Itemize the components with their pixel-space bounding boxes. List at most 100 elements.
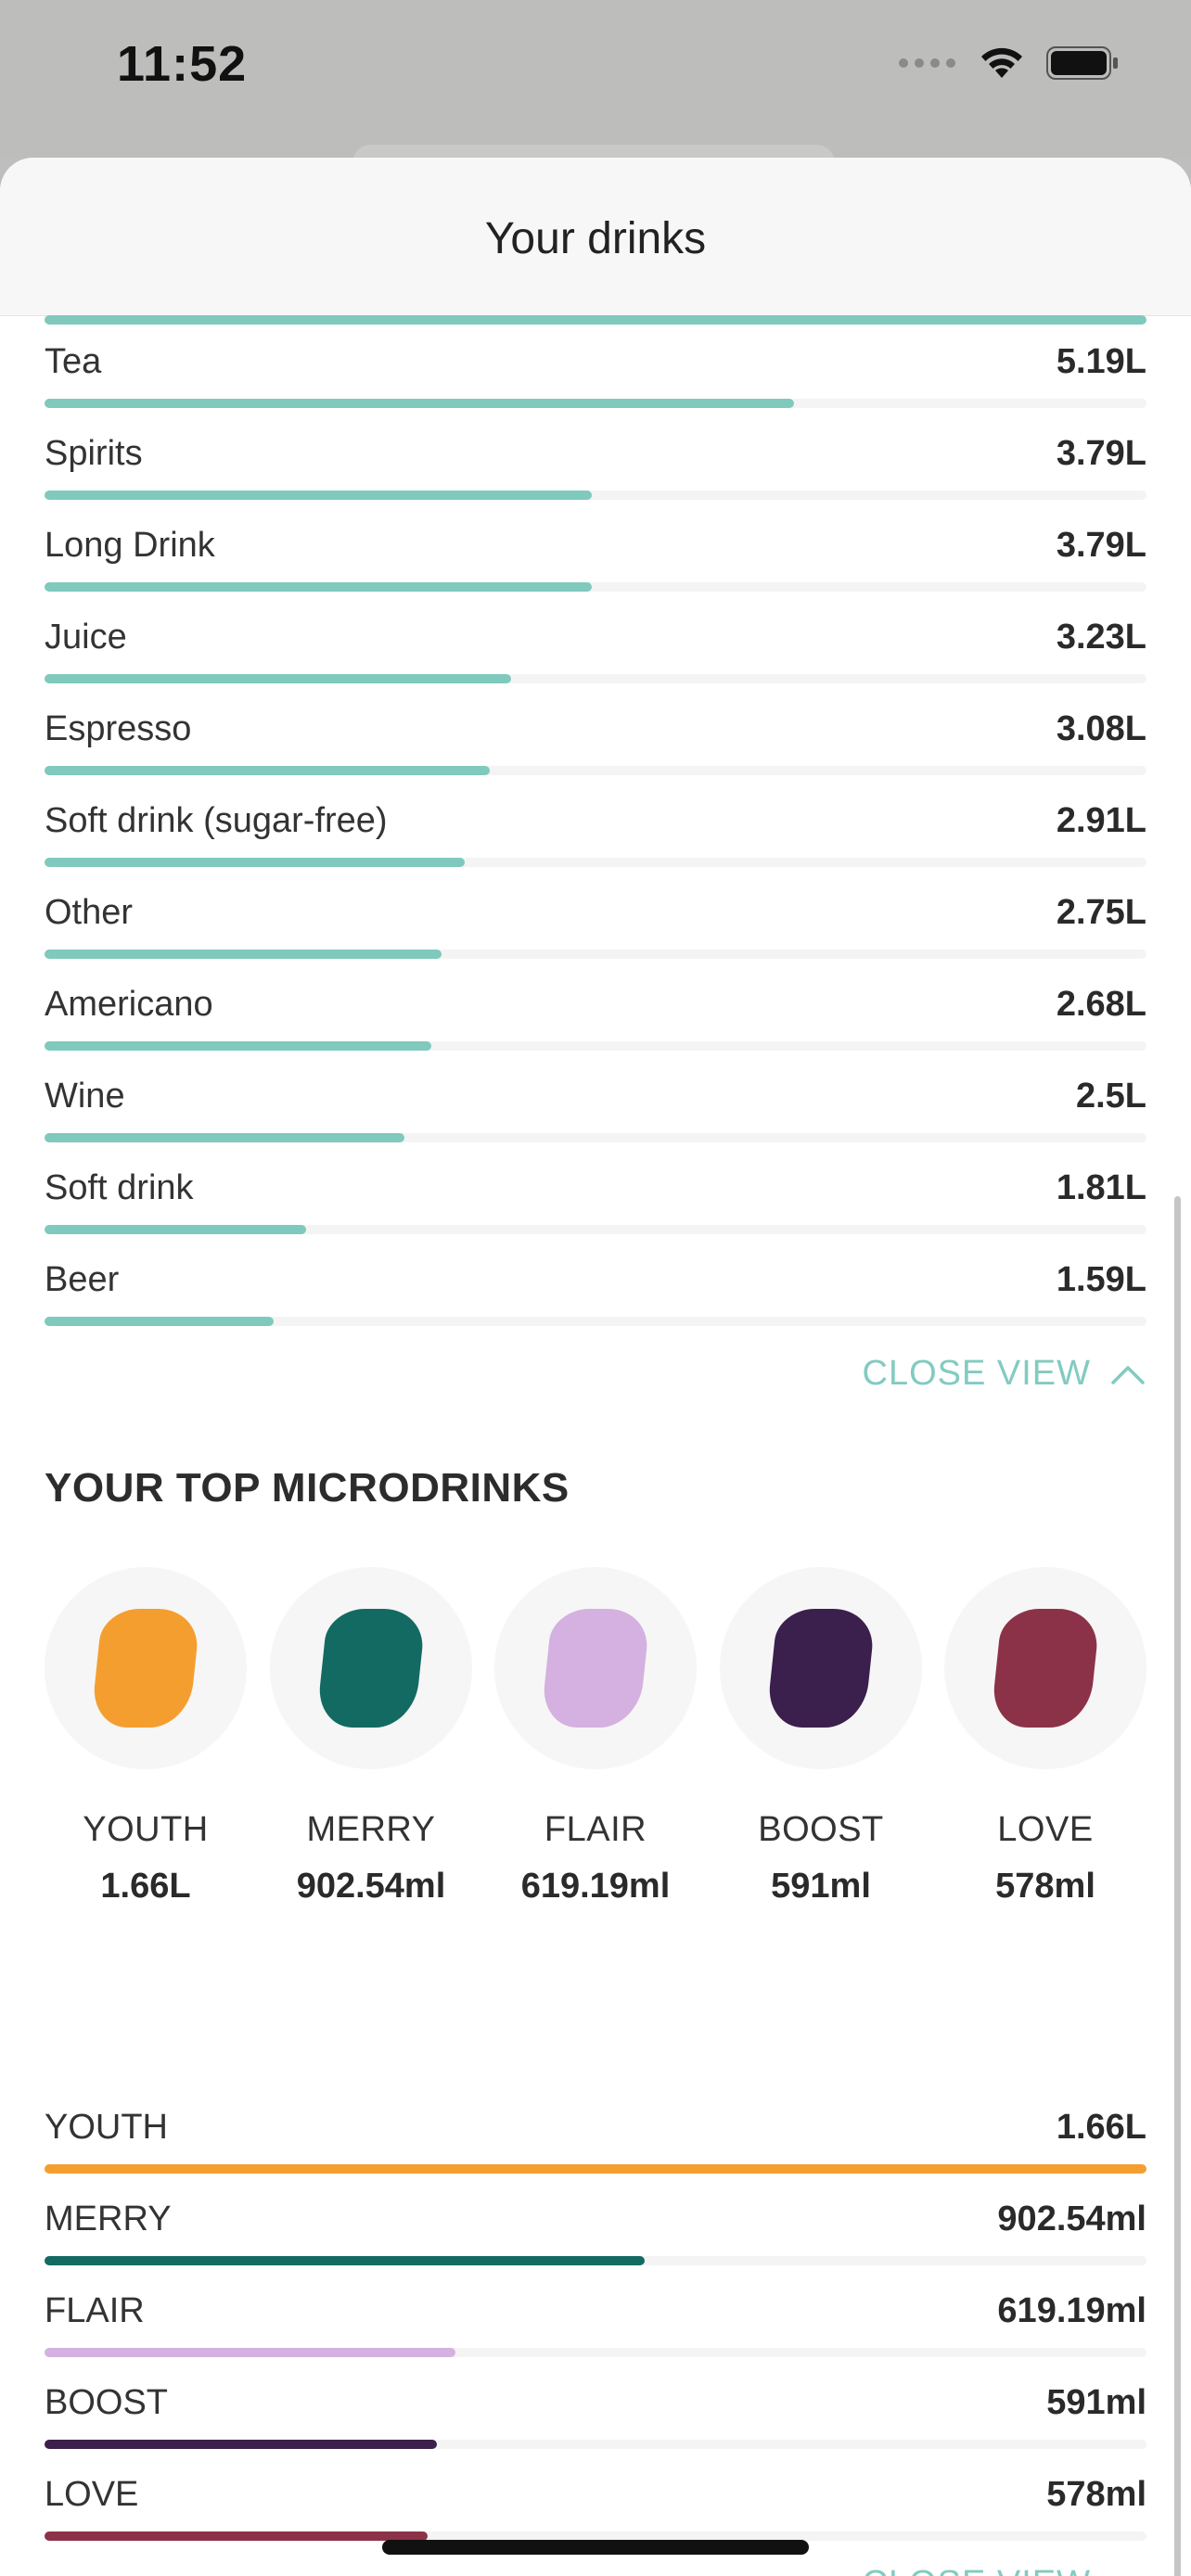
microdrink-row: BOOST 591ml: [45, 2375, 1146, 2467]
drink-progress-track: [45, 766, 1146, 775]
drink-value: 1.81L: [1056, 1168, 1146, 1207]
drink-progress-fill: [45, 491, 593, 500]
drink-progress-fill: [45, 1317, 275, 1326]
drinks-sheet: Your drinks Tea 5.19L Spirits 3.79L Long…: [0, 158, 1191, 2576]
status-time: 11:52: [117, 36, 248, 92]
partial-progress-bar: [45, 315, 1146, 325]
close-view-button[interactable]: CLOSE VIEW: [863, 2564, 1147, 2576]
microdrink-name: MERRY: [306, 1810, 436, 1849]
microdrink-shape-icon: [765, 1609, 877, 1728]
microdrink-amount: 902.54ml: [296, 1867, 446, 1906]
microdrink-progress-track: [45, 2164, 1146, 2174]
drink-row: Tea 5.19L: [45, 334, 1146, 426]
drink-progress-fill: [45, 1133, 405, 1142]
drink-progress-track: [45, 1133, 1146, 1142]
microdrink-label: BOOST: [45, 2383, 169, 2422]
drink-row: Long Drink 3.79L: [45, 517, 1146, 609]
drink-row: Americano 2.68L: [45, 976, 1146, 1068]
drink-label: Spirits: [45, 434, 143, 473]
microdrink-circle: [494, 1567, 697, 1769]
drink-progress-track: [45, 399, 1146, 408]
drink-label: Beer: [45, 1260, 120, 1299]
microdrink-label: YOUTH: [45, 2108, 168, 2147]
microdrink-circle: [270, 1567, 472, 1769]
drink-progress-fill: [45, 399, 794, 408]
microdrink-progress-fill: [45, 2348, 456, 2357]
microdrink-label: LOVE: [45, 2475, 139, 2514]
microdrink-amount: 578ml: [995, 1867, 1095, 1906]
drink-label: Espresso: [45, 709, 192, 748]
drink-progress-fill: [45, 1225, 306, 1234]
microdrink-card-merry[interactable]: MERRY 902.54ml: [270, 1567, 472, 1906]
microdrink-amount: 591ml: [771, 1867, 871, 1906]
microdrink-value: 902.54ml: [997, 2200, 1146, 2238]
drink-label: Wine: [45, 1077, 125, 1116]
cellular-signal-icon: [899, 58, 955, 68]
drink-progress-track: [45, 491, 1146, 500]
close-view-label: CLOSE VIEW: [862, 1354, 1091, 1393]
microdrink-card-flair[interactable]: FLAIR 619.19ml: [494, 1567, 697, 1906]
status-icons: [899, 45, 1119, 82]
close-view-label: CLOSE VIEW: [863, 2564, 1092, 2576]
microdrink-circle: [720, 1567, 922, 1769]
drink-value: 5.19L: [1056, 342, 1146, 381]
microdrink-progress-track: [45, 2440, 1146, 2449]
drink-row: Juice 3.23L: [45, 609, 1146, 701]
drink-label: Soft drink: [45, 1168, 194, 1207]
drink-row: Soft drink (sugar-free) 2.91L: [45, 793, 1146, 885]
microdrink-name: FLAIR: [544, 1810, 647, 1849]
drink-value: 1.59L: [1056, 1260, 1146, 1299]
microdrink-row: MERRY 902.54ml: [45, 2191, 1146, 2283]
microdrink-card-youth[interactable]: YOUTH 1.66L: [45, 1567, 247, 1906]
drink-value: 3.79L: [1056, 526, 1146, 565]
microdrink-shape-icon: [540, 1609, 651, 1728]
drink-row: Soft drink 1.81L: [45, 1160, 1146, 1252]
drink-value: 2.68L: [1056, 985, 1146, 1024]
drink-row: Wine 2.5L: [45, 1068, 1146, 1160]
microdrink-progress-fill: [45, 2164, 1146, 2174]
chevron-up-icon: [1127, 2575, 1129, 2576]
drink-progress-fill: [45, 950, 442, 959]
status-bar: 11:52: [0, 0, 1191, 158]
drink-label: Tea: [45, 342, 102, 381]
home-indicator[interactable]: [382, 2540, 809, 2555]
wifi-icon: [981, 47, 1022, 78]
drink-value: 2.91L: [1056, 801, 1146, 840]
drink-progress-fill: [45, 674, 511, 683]
drink-progress-track: [45, 674, 1146, 683]
drink-progress-track: [45, 1317, 1146, 1326]
microdrink-amount: 619.19ml: [520, 1867, 671, 1906]
drink-label: Soft drink (sugar-free): [45, 801, 388, 840]
microdrink-row: YOUTH 1.66L: [45, 2099, 1146, 2191]
drink-label: Other: [45, 893, 134, 932]
microdrink-card-love[interactable]: LOVE 578ml: [944, 1567, 1146, 1906]
sheet-header: Your drinks: [0, 158, 1191, 316]
chevron-up-icon: [1111, 1365, 1145, 1384]
page-title: Your drinks: [484, 213, 707, 263]
battery-icon: [1046, 46, 1118, 80]
microdrink-progress-track: [45, 2348, 1146, 2357]
microdrink-name: YOUTH: [83, 1810, 209, 1849]
scroll-indicator[interactable]: [1174, 1196, 1181, 2576]
drink-row: Spirits 3.79L: [45, 426, 1146, 517]
microdrink-progress-fill: [45, 2256, 646, 2265]
microdrink-card-boost[interactable]: BOOST 591ml: [720, 1567, 922, 1906]
microdrink-shape-icon: [90, 1609, 201, 1728]
microdrink-row: FLAIR 619.19ml: [45, 2283, 1146, 2375]
microdrink-amount: 1.66L: [100, 1867, 191, 1906]
drink-progress-track: [45, 582, 1146, 592]
drink-value: 3.23L: [1056, 618, 1146, 657]
microdrink-progress-track: [45, 2256, 1146, 2265]
microdrink-shape-icon: [990, 1609, 1101, 1728]
microdrink-name: LOVE: [997, 1810, 1094, 1849]
drink-value: 2.5L: [1075, 1077, 1146, 1116]
microdrink-shape-icon: [315, 1609, 427, 1728]
close-view-button[interactable]: CLOSE VIEW: [863, 1354, 1147, 1394]
microdrink-value: 1.66L: [1056, 2108, 1146, 2147]
drink-progress-track: [45, 950, 1146, 959]
microdrink-circle: [944, 1567, 1146, 1769]
microdrink-progress-fill: [45, 2531, 429, 2541]
drink-label: Americano: [45, 985, 213, 1024]
drink-progress-track: [45, 1041, 1146, 1051]
microdrink-value: 578ml: [1046, 2475, 1146, 2514]
